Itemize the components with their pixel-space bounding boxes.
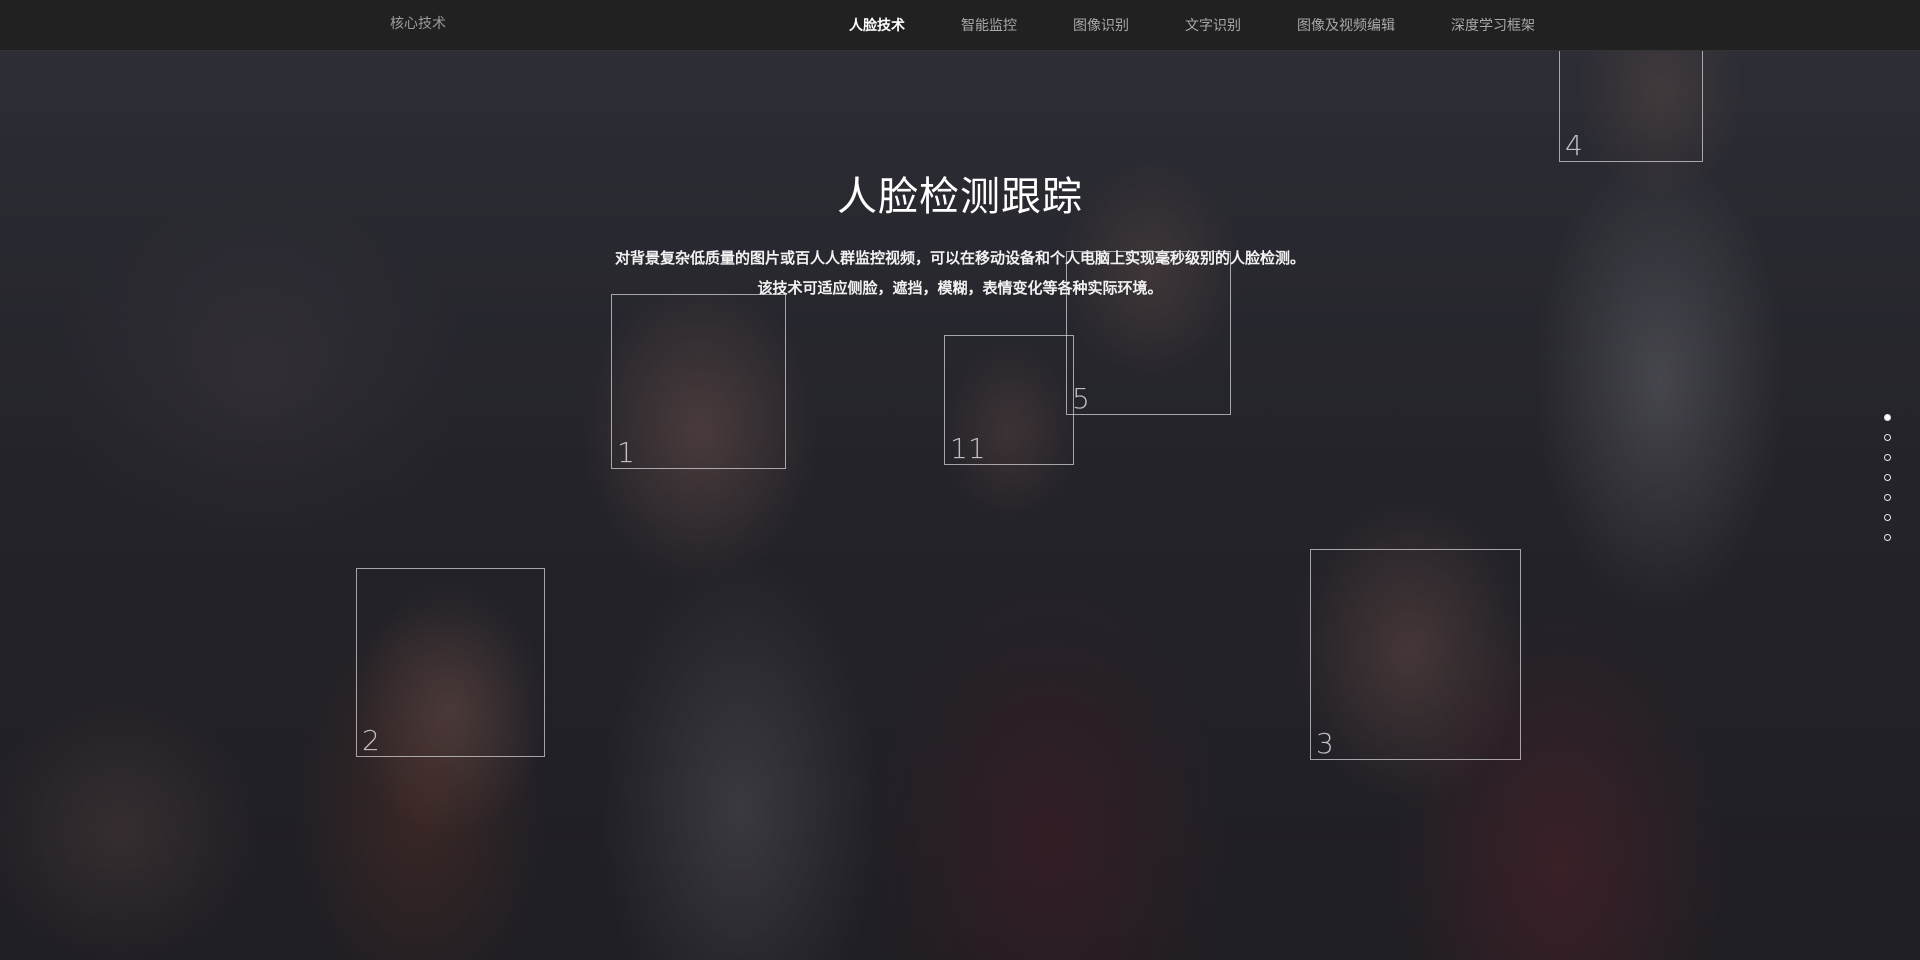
nav-item-deep-learning-framework[interactable]: 深度学习框架	[1451, 15, 1535, 35]
face-id-label: 2	[362, 724, 380, 757]
nav-item-text-recognition[interactable]: 文字识别	[1185, 15, 1241, 35]
face-detection-box: 1	[611, 294, 786, 469]
nav-links: 人脸技术 智能监控 图像识别 文字识别 图像及视频编辑 深度学习框架	[849, 0, 1591, 50]
hero-crowd-image: 人脸检测跟踪 对背景复杂低质量的图片或百人人群监控视频，可以在移动设备和个人电脑…	[0, 51, 1920, 960]
face-detection-box: 4	[1559, 51, 1703, 162]
slide-dot[interactable]	[1884, 514, 1891, 521]
face-id-label: 3	[1316, 727, 1334, 760]
face-detection-box: 5	[1066, 251, 1231, 415]
hero-description-line-1: 对背景复杂低质量的图片或百人人群监控视频，可以在移动设备和个人电脑上实现毫秒级别…	[614, 249, 1305, 267]
slide-dot[interactable]	[1884, 534, 1891, 541]
nav-item-image-video-editing[interactable]: 图像及视频编辑	[1297, 15, 1395, 35]
face-id-label: 1	[617, 436, 635, 469]
face-detection-box: 11	[944, 335, 1074, 465]
top-navbar: 核心技术 人脸技术 智能监控 图像识别 文字识别 图像及视频编辑 深度学习框架	[0, 0, 1920, 51]
slide-dot[interactable]	[1884, 414, 1891, 421]
face-id-label: 11	[950, 432, 986, 465]
face-detection-box: 2	[356, 568, 545, 757]
brand-core-tech[interactable]: 核心技术	[390, 0, 446, 50]
slide-pagination-dots	[1884, 414, 1894, 554]
nav-item-smart-monitoring[interactable]: 智能监控	[961, 15, 1017, 35]
nav-item-face-tech[interactable]: 人脸技术	[849, 15, 905, 35]
nav-item-image-recognition[interactable]: 图像识别	[1073, 15, 1129, 35]
hero-description-line-2: 该技术可适应侧脸，遮挡，模糊，表情变化等各种实际环境。	[757, 279, 1163, 297]
slide-dot[interactable]	[1884, 434, 1891, 441]
face-detection-box: 3	[1310, 549, 1521, 760]
hero-title: 人脸检测跟踪	[837, 174, 1083, 220]
slide-dot[interactable]	[1884, 474, 1891, 481]
page: 核心技术 人脸技术 智能监控 图像识别 文字识别 图像及视频编辑 深度学习框架 …	[0, 0, 1920, 960]
slide-dot[interactable]	[1884, 494, 1891, 501]
face-id-label: 4	[1565, 129, 1583, 162]
face-id-label: 5	[1072, 382, 1090, 415]
slide-dot[interactable]	[1884, 454, 1891, 461]
